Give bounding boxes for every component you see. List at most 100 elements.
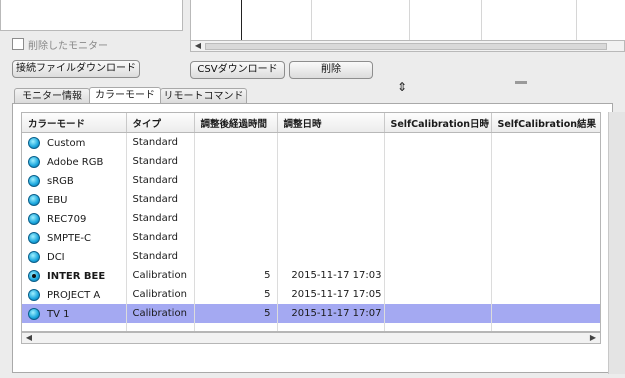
empty-cell	[277, 323, 385, 331]
selfcal-date-cell	[384, 228, 492, 247]
mode-indicator-icon[interactable]	[28, 174, 40, 187]
splitter-resize-icon[interactable]: ⇕	[397, 80, 407, 94]
elapsed-time-cell	[194, 171, 278, 190]
mode-indicator-icon[interactable]	[28, 136, 40, 149]
elapsed-time-cell: 5	[194, 285, 278, 304]
selfcal-result-cell	[491, 228, 600, 247]
selfcal-date-cell	[384, 209, 492, 228]
mode-indicator-icon[interactable]	[28, 155, 40, 168]
type-cell: Standard	[126, 171, 195, 190]
color-mode-cell: TV 1	[22, 304, 127, 323]
type-cell: Standard	[126, 132, 195, 152]
type-cell: Calibration	[126, 266, 195, 285]
selfcal-date-cell	[384, 247, 492, 266]
table-row[interactable]: sRGB Standard	[22, 171, 600, 190]
type-cell: Standard	[126, 228, 195, 247]
type-cell: Standard	[126, 190, 195, 209]
elapsed-time-cell	[194, 228, 278, 247]
scroll-right-icon[interactable]: ▶	[587, 333, 599, 343]
elapsed-time-cell	[194, 190, 278, 209]
splitter-handle[interactable]	[515, 81, 527, 84]
adjusted-date-cell: 2015-11-17 17:03	[277, 266, 385, 285]
column-header[interactable]: タイプ	[126, 113, 195, 133]
adjusted-date-cell	[277, 247, 385, 266]
mode-indicator-icon[interactable]	[28, 193, 40, 206]
selfcal-result-cell	[491, 152, 600, 171]
selfcal-date-cell	[384, 152, 492, 171]
color-mode-name: SMPTE-C	[47, 232, 92, 244]
color-mode-cell: sRGB	[22, 171, 127, 190]
mode-indicator-icon[interactable]	[28, 250, 40, 263]
color-mode-name: REC709	[47, 213, 87, 225]
tab-remote-command[interactable]: リモートコマンド	[160, 88, 247, 104]
scroll-left-icon[interactable]: ◀	[192, 41, 204, 51]
selfcal-result-cell	[491, 285, 600, 304]
mode-indicator-icon[interactable]	[28, 288, 40, 301]
table-row[interactable]: REC709 Standard	[22, 209, 600, 228]
timeline-gridline	[311, 0, 312, 40]
table-row[interactable]: DCI Standard	[22, 247, 600, 266]
color-mode-cell: EBU	[22, 190, 127, 209]
timeline-gridline	[409, 0, 410, 40]
selfcal-result-cell	[491, 132, 600, 152]
adjusted-date-cell	[277, 209, 385, 228]
color-mode-name: EBU	[47, 194, 68, 206]
color-mode-name: PROJECT A	[47, 289, 101, 301]
csv-download-button[interactable]: CSVダウンロード	[190, 61, 285, 79]
tab-monitor-info[interactable]: モニター情報	[14, 88, 90, 104]
color-mode-cell: DCI	[22, 247, 127, 266]
selfcal-result-cell	[491, 171, 600, 190]
adjusted-date-cell: 2015-11-17 17:07	[277, 304, 385, 323]
scroll-left-icon[interactable]: ◀	[23, 333, 35, 343]
table-row[interactable]: EBU Standard	[22, 190, 600, 209]
type-cell: Standard	[126, 209, 195, 228]
table-row[interactable]: TV 1 Calibration 5 2015-11-17 17:07	[22, 304, 600, 323]
table-row[interactable]: Custom Standard	[22, 132, 600, 152]
side-panel	[608, 112, 625, 374]
color-mode-name: DCI	[47, 251, 65, 263]
selfcal-date-cell	[384, 190, 492, 209]
selfcal-result-cell	[491, 266, 600, 285]
color-mode-name: Custom	[47, 137, 86, 149]
color-mode-cell: INTER BEE	[22, 266, 127, 285]
table-row[interactable]: INTER BEE Calibration 5 2015-11-17 17:03	[22, 266, 600, 285]
mode-indicator-icon[interactable]	[28, 231, 40, 244]
empty-cell	[22, 323, 127, 331]
table-row[interactable]: PROJECT A Calibration 5 2015-11-17 17:05	[22, 285, 600, 304]
selfcal-result-cell	[491, 304, 600, 323]
column-header[interactable]: 調整日時	[277, 113, 385, 133]
timeline-gridline	[481, 0, 482, 40]
mode-indicator-icon[interactable]	[28, 307, 40, 320]
deleted-monitor-checkbox[interactable]	[12, 38, 24, 50]
color-mode-name: TV 1	[47, 308, 70, 320]
table-row[interactable]: SMPTE-C Standard	[22, 228, 600, 247]
deleted-monitor-label: 削除したモニター	[28, 41, 108, 52]
selfcal-result-cell	[491, 247, 600, 266]
color-mode-cell: Custom	[22, 132, 127, 152]
scrollbar-thumb[interactable]	[205, 43, 607, 50]
elapsed-time-cell: 5	[194, 304, 278, 323]
color-mode-name: INTER BEE	[47, 270, 106, 282]
type-cell: Standard	[126, 247, 195, 266]
column-header[interactable]: 調整後経過時間	[194, 113, 278, 133]
timeline-scrollbar[interactable]: ◀	[190, 40, 625, 52]
empty-cell	[384, 323, 492, 331]
color-mode-cell: SMPTE-C	[22, 228, 127, 247]
active-mode-radio-icon[interactable]	[28, 269, 40, 282]
column-header[interactable]: SelfCalibration日時	[384, 113, 492, 133]
elapsed-time-cell	[194, 247, 278, 266]
selfcal-result-cell	[491, 209, 600, 228]
color-mode-cell: PROJECT A	[22, 285, 127, 304]
download-connection-file-button[interactable]: 接続ファイルダウンロード	[12, 60, 140, 78]
elapsed-time-cell	[194, 152, 278, 171]
table-horizontal-scrollbar[interactable]: ◀ ▶	[21, 332, 601, 344]
elapsed-time-cell	[194, 209, 278, 228]
selfcal-date-cell	[384, 266, 492, 285]
table-row[interactable]: Adobe RGB Standard	[22, 152, 600, 171]
column-header[interactable]: カラーモード	[22, 113, 127, 133]
selfcal-date-cell	[384, 171, 492, 190]
column-header[interactable]: SelfCalibration結果	[491, 113, 600, 133]
delete-button[interactable]: 削除	[289, 61, 373, 79]
mode-indicator-icon[interactable]	[28, 212, 40, 225]
selfcal-result-cell	[491, 190, 600, 209]
